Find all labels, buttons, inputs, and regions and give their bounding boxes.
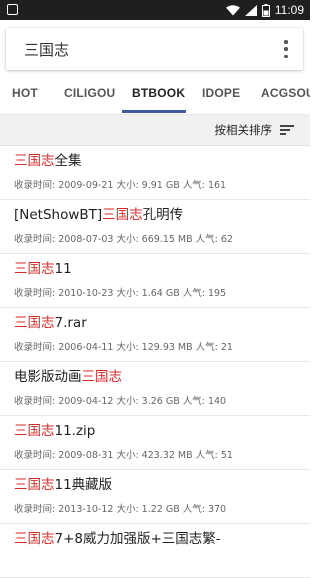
list-item[interactable]: 电影版动画三国志 收录时间: 2009-04-12 大小: 3.26 GB 人气… <box>0 362 310 416</box>
search-query[interactable]: 三国志 <box>24 39 69 60</box>
item-meta: 收录时间: 2013-10-12 大小: 1.22 GB 人气: 370 <box>14 504 227 515</box>
list-item[interactable]: 三国志全集 收录时间: 2009-09-21 大小: 9.91 GB 人气: 1… <box>0 146 310 200</box>
item-title: 三国志全集 <box>14 153 82 169</box>
list-item[interactable]: 三国志7+8威力加强版+三国志繁- <box>0 524 310 578</box>
wifi-icon <box>225 4 240 16</box>
keyword-highlight: 三国志 <box>14 153 55 169</box>
battery-icon <box>261 3 270 17</box>
item-meta: 收录时间: 2009-04-12 大小: 3.26 GB 人气: 140 <box>14 396 227 407</box>
list-item[interactable]: 三国志11典藏版 收录时间: 2013-10-12 大小: 1.22 GB 人气… <box>0 470 310 524</box>
sort-label[interactable]: 按相关排序 <box>215 122 273 138</box>
notification-icon <box>7 4 18 15</box>
keyword-highlight: 三国志 <box>102 207 143 223</box>
item-meta: 收录时间: 2006-04-11 大小: 129.93 MB 人气: 21 <box>14 342 233 353</box>
item-title: 三国志11典藏版 <box>14 477 113 493</box>
keyword-highlight: 三国志 <box>14 261 55 277</box>
tab-idope[interactable]: IDOPE <box>202 78 240 114</box>
active-tab-indicator <box>122 110 186 113</box>
signal-icon <box>244 4 257 16</box>
keyword-highlight: 三国志 <box>14 315 55 331</box>
tab-ciligou[interactable]: CILIGOU <box>64 78 115 114</box>
tab-btbook[interactable]: BTBOOK <box>132 78 185 114</box>
status-bar: 11:09 <box>0 0 310 20</box>
keyword-highlight: 三国志 <box>14 531 55 547</box>
search-bar[interactable]: 三国志 <box>6 28 303 70</box>
sort-bar[interactable]: 按相关排序 <box>0 115 310 146</box>
sort-icon[interactable] <box>280 125 294 135</box>
list-item[interactable]: 三国志7.rar 收录时间: 2006-04-11 大小: 129.93 MB … <box>0 308 310 362</box>
item-title: 三国志11.zip <box>14 423 96 439</box>
item-meta: 收录时间: 2010-10-23 大小: 1.64 GB 人气: 195 <box>14 288 227 299</box>
item-title: 电影版动画三国志 <box>14 369 123 385</box>
source-tabs: HOT CILIGOU BTBOOK IDOPE ACGSOU <box>0 78 310 115</box>
item-meta: 收录时间: 2008-07-03 大小: 669.15 MB 人气: 62 <box>14 234 233 245</box>
list-item[interactable]: 三国志11 收录时间: 2010-10-23 大小: 1.64 GB 人气: 1… <box>0 254 310 308</box>
keyword-highlight: 三国志 <box>81 369 123 385</box>
item-title: [NetShowBT]三国志孔明传 <box>14 207 184 223</box>
tab-acgsou[interactable]: ACGSOU <box>261 78 310 114</box>
tab-hot[interactable]: HOT <box>12 78 38 114</box>
item-meta: 收录时间: 2009-08-31 大小: 423.32 MB 人气: 51 <box>14 450 233 461</box>
list-item[interactable]: [NetShowBT]三国志孔明传 收录时间: 2008-07-03 大小: 6… <box>0 200 310 254</box>
item-title: 三国志7+8威力加强版+三国志繁- <box>14 531 221 547</box>
item-title: 三国志11 <box>14 261 72 277</box>
list-item[interactable]: 三国志11.zip 收录时间: 2009-08-31 大小: 423.32 MB… <box>0 416 310 470</box>
result-list: 三国志全集 收录时间: 2009-09-21 大小: 9.91 GB 人气: 1… <box>0 146 310 578</box>
item-meta: 收录时间: 2009-09-21 大小: 9.91 GB 人气: 161 <box>14 180 227 191</box>
clock: 11:09 <box>274 3 304 17</box>
keyword-highlight: 三国志 <box>14 423 55 439</box>
more-options-icon[interactable] <box>283 40 289 58</box>
item-title: 三国志7.rar <box>14 315 87 331</box>
keyword-highlight: 三国志 <box>14 477 55 493</box>
